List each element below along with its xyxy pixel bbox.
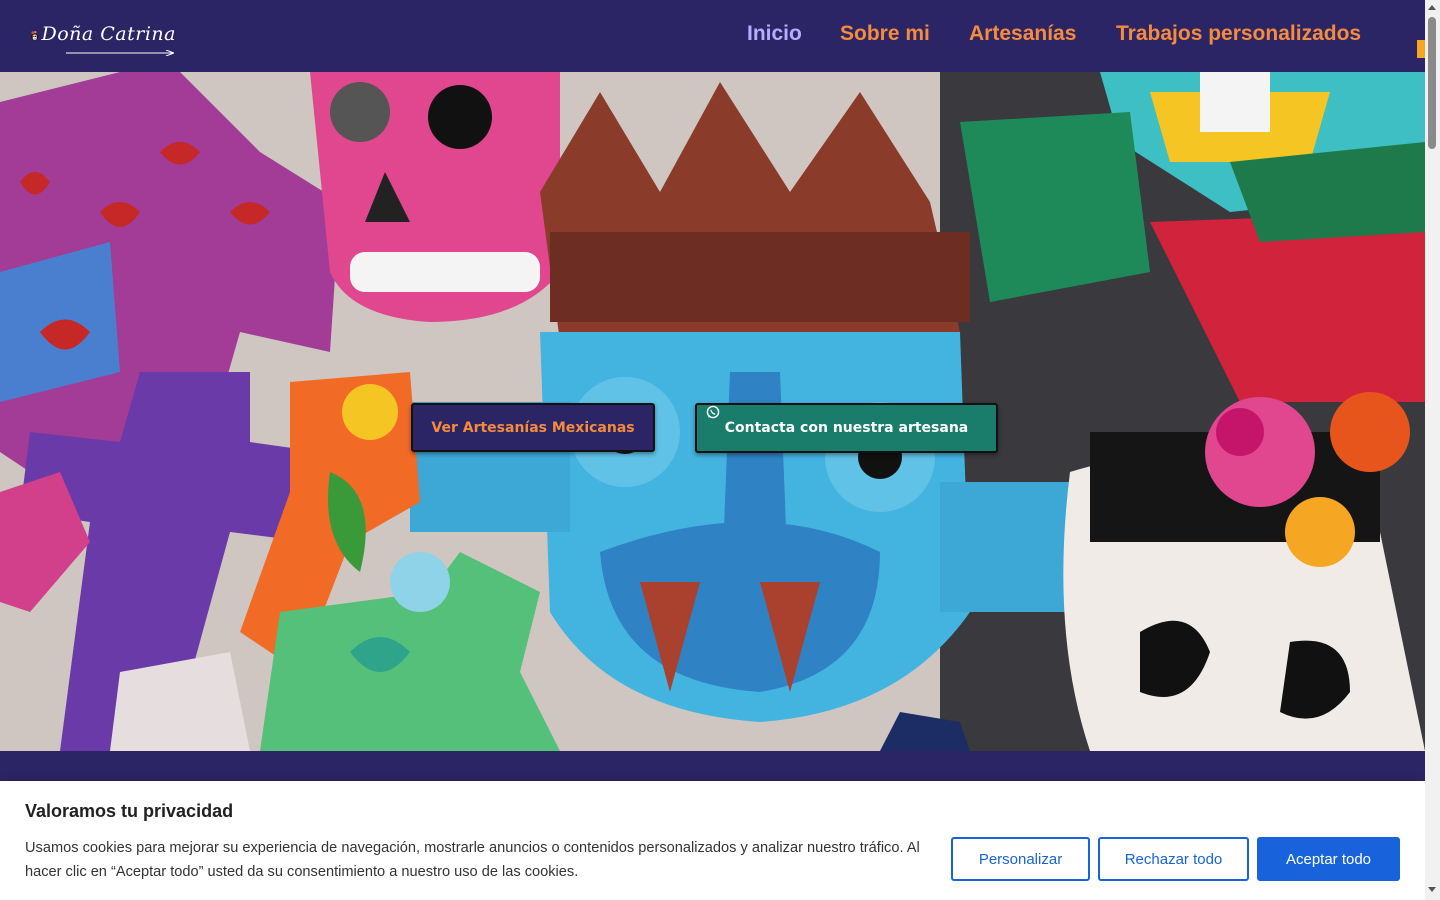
nav-item-trabajos-personalizados[interactable]: Trabajos personalizados [1116,22,1361,46]
site-header: Doña Catrina Inicio Sobre mi Artesanías … [0,0,1425,72]
nav-item-artesanias[interactable]: Artesanías [969,22,1076,46]
scroll-down-arrow-icon[interactable] [1428,887,1436,892]
ver-artesanias-label: Ver Artesanías Mexicanas [431,419,635,436]
cookie-title: Valoramos tu privacidad [25,801,234,821]
site-logo[interactable]: Doña Catrina [30,14,176,58]
cookie-banner: Valoramos tu privacidad Usamos cookies p… [0,781,1425,900]
scrollbar-thumb[interactable] [1428,17,1436,149]
page-scrollbar[interactable] [1425,0,1440,900]
cookie-text: Usamos cookies para mejorar su experienc… [25,840,920,880]
ver-artesanias-button[interactable]: Ver Artesanías Mexicanas [411,403,655,452]
nav-item-inicio[interactable]: Inicio [747,22,802,46]
page: Doña Catrina Inicio Sobre mi Artesanías … [0,0,1425,900]
side-tab[interactable] [1417,40,1425,58]
contacta-artesana-label: Contacta con nuestra artesana [724,420,969,436]
rechazar-todo-button[interactable]: Rechazar todo [1098,837,1249,881]
nav-item-sobre-mi[interactable]: Sobre mi [840,22,930,46]
section-band [0,751,1425,781]
logo-text: Doña Catrina [41,23,176,45]
catrina-face-icon [31,30,39,41]
personalizar-button[interactable]: Personalizar [951,837,1090,881]
hero-section: Ver Artesanías Mexicanas Contacta con nu… [0,72,1425,751]
scroll-up-arrow-icon[interactable] [1428,5,1436,10]
whatsapp-icon [706,405,720,419]
logo-arrow-decoration [66,50,174,56]
contacta-artesana-button[interactable]: Contacta con nuestra artesana [695,403,998,453]
aceptar-todo-button[interactable]: Aceptar todo [1257,837,1400,881]
